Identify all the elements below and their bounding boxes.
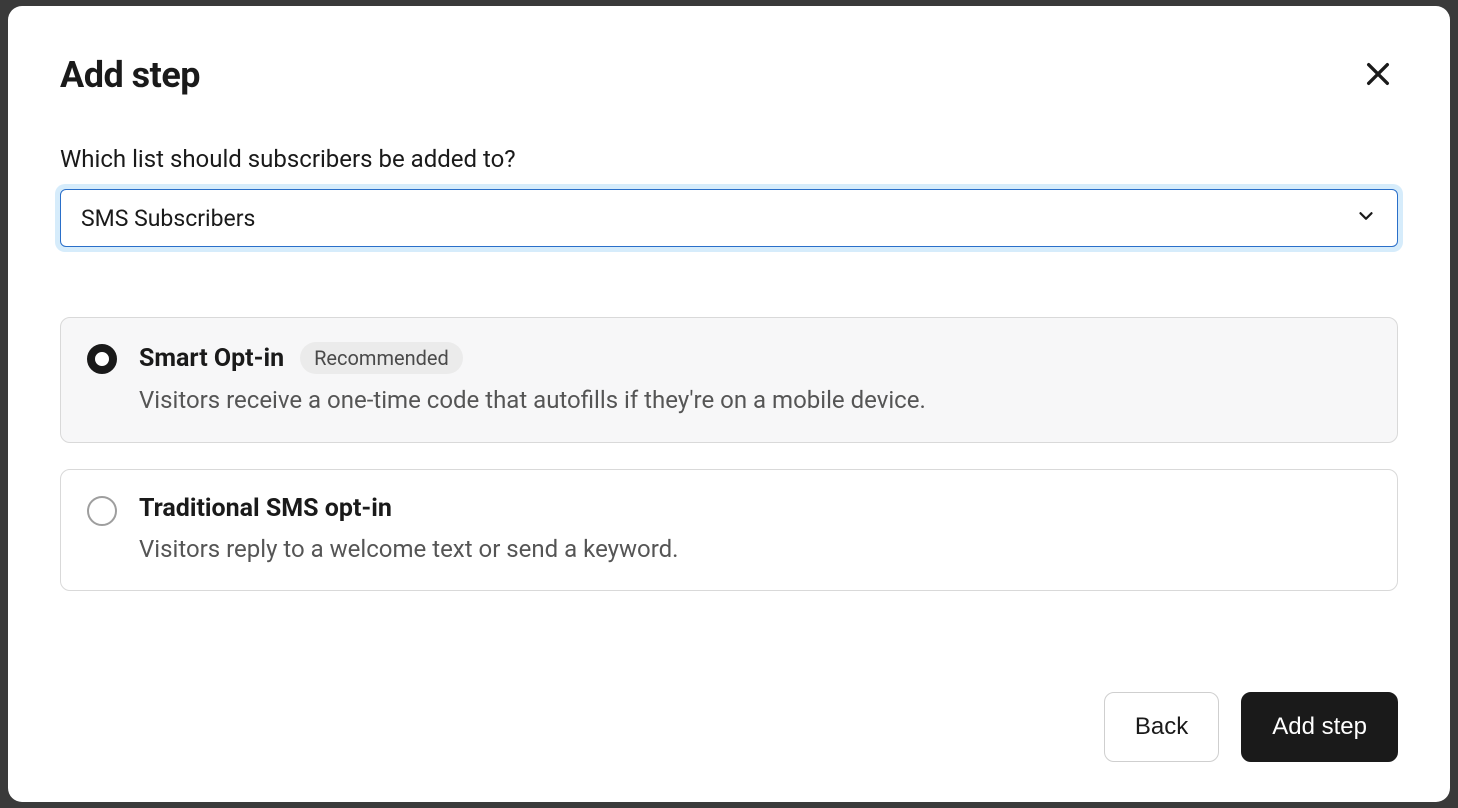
modal-title: Add step <box>60 54 200 96</box>
option-body: Smart Opt-in Recommended Visitors receiv… <box>139 342 1373 418</box>
close-button[interactable] <box>1358 54 1398 97</box>
option-title: Traditional SMS opt-in <box>139 494 392 523</box>
list-select-wrapper: SMS Subscribers <box>60 189 1398 247</box>
option-description: Visitors receive a one-time code that au… <box>139 384 1373 418</box>
modal-footer: Back Add step <box>60 692 1398 762</box>
option-title: Smart Opt-in <box>139 344 284 373</box>
radio-smart-opt-in[interactable] <box>87 344 117 374</box>
chevron-down-icon <box>1355 205 1377 231</box>
add-step-modal: Add step Which list should subscribers b… <box>8 6 1450 802</box>
list-select[interactable]: SMS Subscribers <box>60 189 1398 247</box>
list-select-value: SMS Subscribers <box>81 205 255 232</box>
radio-traditional-sms[interactable] <box>87 496 117 526</box>
modal-header: Add step <box>60 54 1398 97</box>
add-step-button[interactable]: Add step <box>1241 692 1398 762</box>
list-field-label: Which list should subscribers be added t… <box>60 145 1398 173</box>
option-description: Visitors reply to a welcome text or send… <box>139 533 1373 567</box>
option-body: Traditional SMS opt-in Visitors reply to… <box>139 494 1373 567</box>
close-icon <box>1362 78 1394 93</box>
option-smart-opt-in[interactable]: Smart Opt-in Recommended Visitors receiv… <box>60 317 1398 443</box>
option-traditional-sms[interactable]: Traditional SMS opt-in Visitors reply to… <box>60 469 1398 592</box>
list-field: Which list should subscribers be added t… <box>60 145 1398 317</box>
option-title-row: Smart Opt-in Recommended <box>139 342 1373 374</box>
option-title-row: Traditional SMS opt-in <box>139 494 1373 523</box>
recommended-badge: Recommended <box>300 342 463 374</box>
back-button[interactable]: Back <box>1104 692 1219 762</box>
